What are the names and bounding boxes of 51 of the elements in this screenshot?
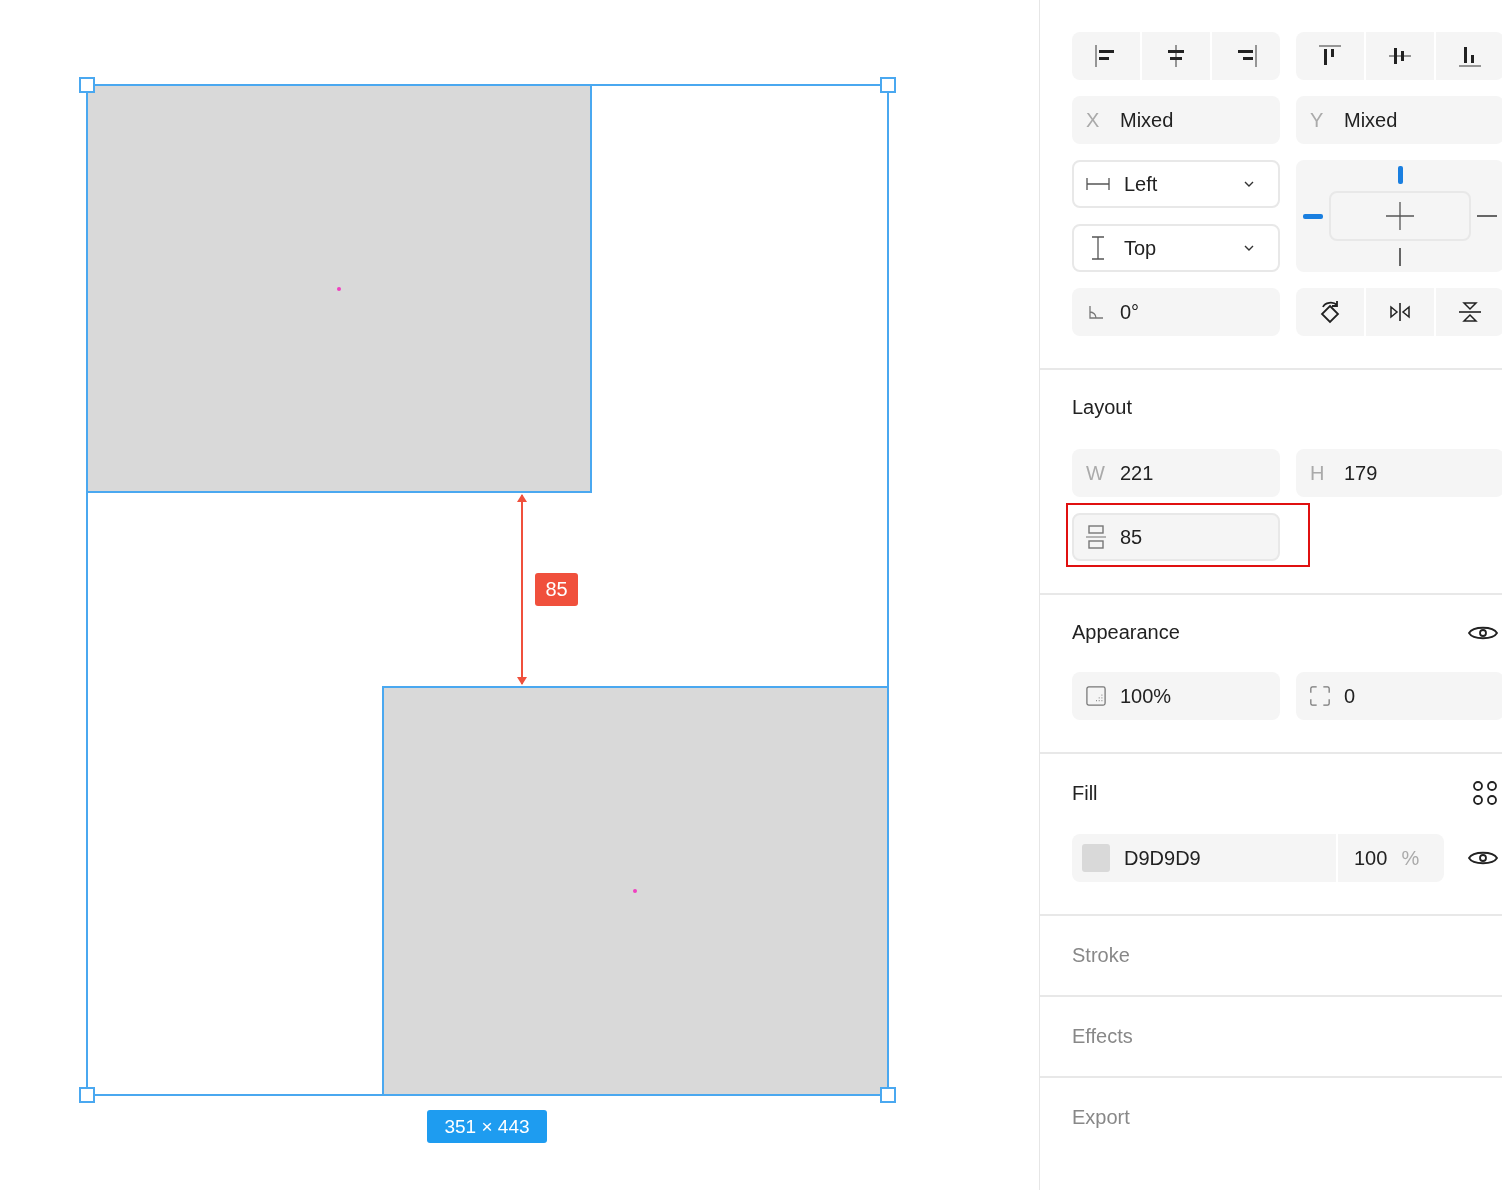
flip-vertical-button[interactable] (1436, 288, 1502, 336)
horizontal-span-icon (1086, 177, 1110, 191)
hex-value[interactable]: D9D9D9 (1124, 846, 1336, 870)
resize-handle[interactable] (880, 1087, 896, 1103)
corner-radius-field[interactable]: 0 (1296, 672, 1502, 720)
center-marker (633, 889, 637, 893)
rotate-button[interactable] (1296, 288, 1364, 336)
fill-color-field[interactable]: D9D9D9 100 % (1072, 834, 1444, 882)
rotate-icon (1318, 298, 1342, 326)
angle-icon (1086, 304, 1106, 320)
align-vertical-center-button[interactable] (1366, 32, 1434, 80)
chevron-down-icon (1244, 245, 1254, 251)
section-title[interactable]: Stroke (1072, 944, 1502, 967)
section-title: Fill (1072, 781, 1098, 805)
align-horizontal-center-button[interactable] (1142, 32, 1210, 80)
horizontal-constraint-dropdown[interactable]: Left (1072, 160, 1280, 208)
section-title: Layout (1072, 396, 1134, 419)
resize-handle[interactable] (79, 77, 95, 93)
flip-vertical-icon (1458, 300, 1482, 324)
flip-horizontal-button[interactable] (1366, 288, 1434, 336)
height-field[interactable]: H 179 (1296, 449, 1502, 497)
align-right-button[interactable] (1212, 32, 1280, 80)
size-label: 351 × 443 (427, 1110, 547, 1143)
align-bottom-button[interactable] (1436, 32, 1502, 80)
center-marker (337, 287, 341, 291)
width-field[interactable]: W 221 (1072, 449, 1280, 497)
vertical-constraint-dropdown[interactable]: Top (1072, 224, 1280, 272)
align-left-button[interactable] (1072, 32, 1140, 80)
section-title[interactable]: Effects (1072, 1025, 1502, 1048)
x-position-field[interactable]: X Mixed (1072, 96, 1280, 144)
opacity-field[interactable]: 100% (1072, 672, 1280, 720)
corner-radius-icon (1310, 684, 1330, 708)
styles-icon[interactable] (1472, 780, 1498, 806)
left-constraint-bar[interactable] (1303, 213, 1323, 219)
vertical-gap-icon (1086, 524, 1106, 550)
section-title: Appearance (1072, 621, 1180, 644)
plus-icon (1385, 201, 1415, 231)
rotation-field[interactable]: 0° (1072, 288, 1280, 336)
color-swatch[interactable] (1082, 844, 1110, 872)
section-title[interactable]: Export (1072, 1106, 1502, 1129)
gap-field[interactable]: 85 (1072, 513, 1280, 561)
resize-handle[interactable] (880, 77, 896, 93)
align-top-button[interactable] (1296, 32, 1364, 80)
gap-measurement-label: 85 (535, 573, 578, 606)
resize-handle[interactable] (79, 1087, 95, 1103)
opacity-icon (1086, 685, 1106, 707)
y-position-field[interactable]: Y Mixed (1296, 96, 1502, 144)
flip-horizontal-icon (1387, 302, 1413, 322)
top-constraint-bar[interactable] (1397, 166, 1403, 184)
fill-opacity-field[interactable]: 100 % (1336, 834, 1444, 882)
chevron-down-icon (1244, 181, 1254, 187)
